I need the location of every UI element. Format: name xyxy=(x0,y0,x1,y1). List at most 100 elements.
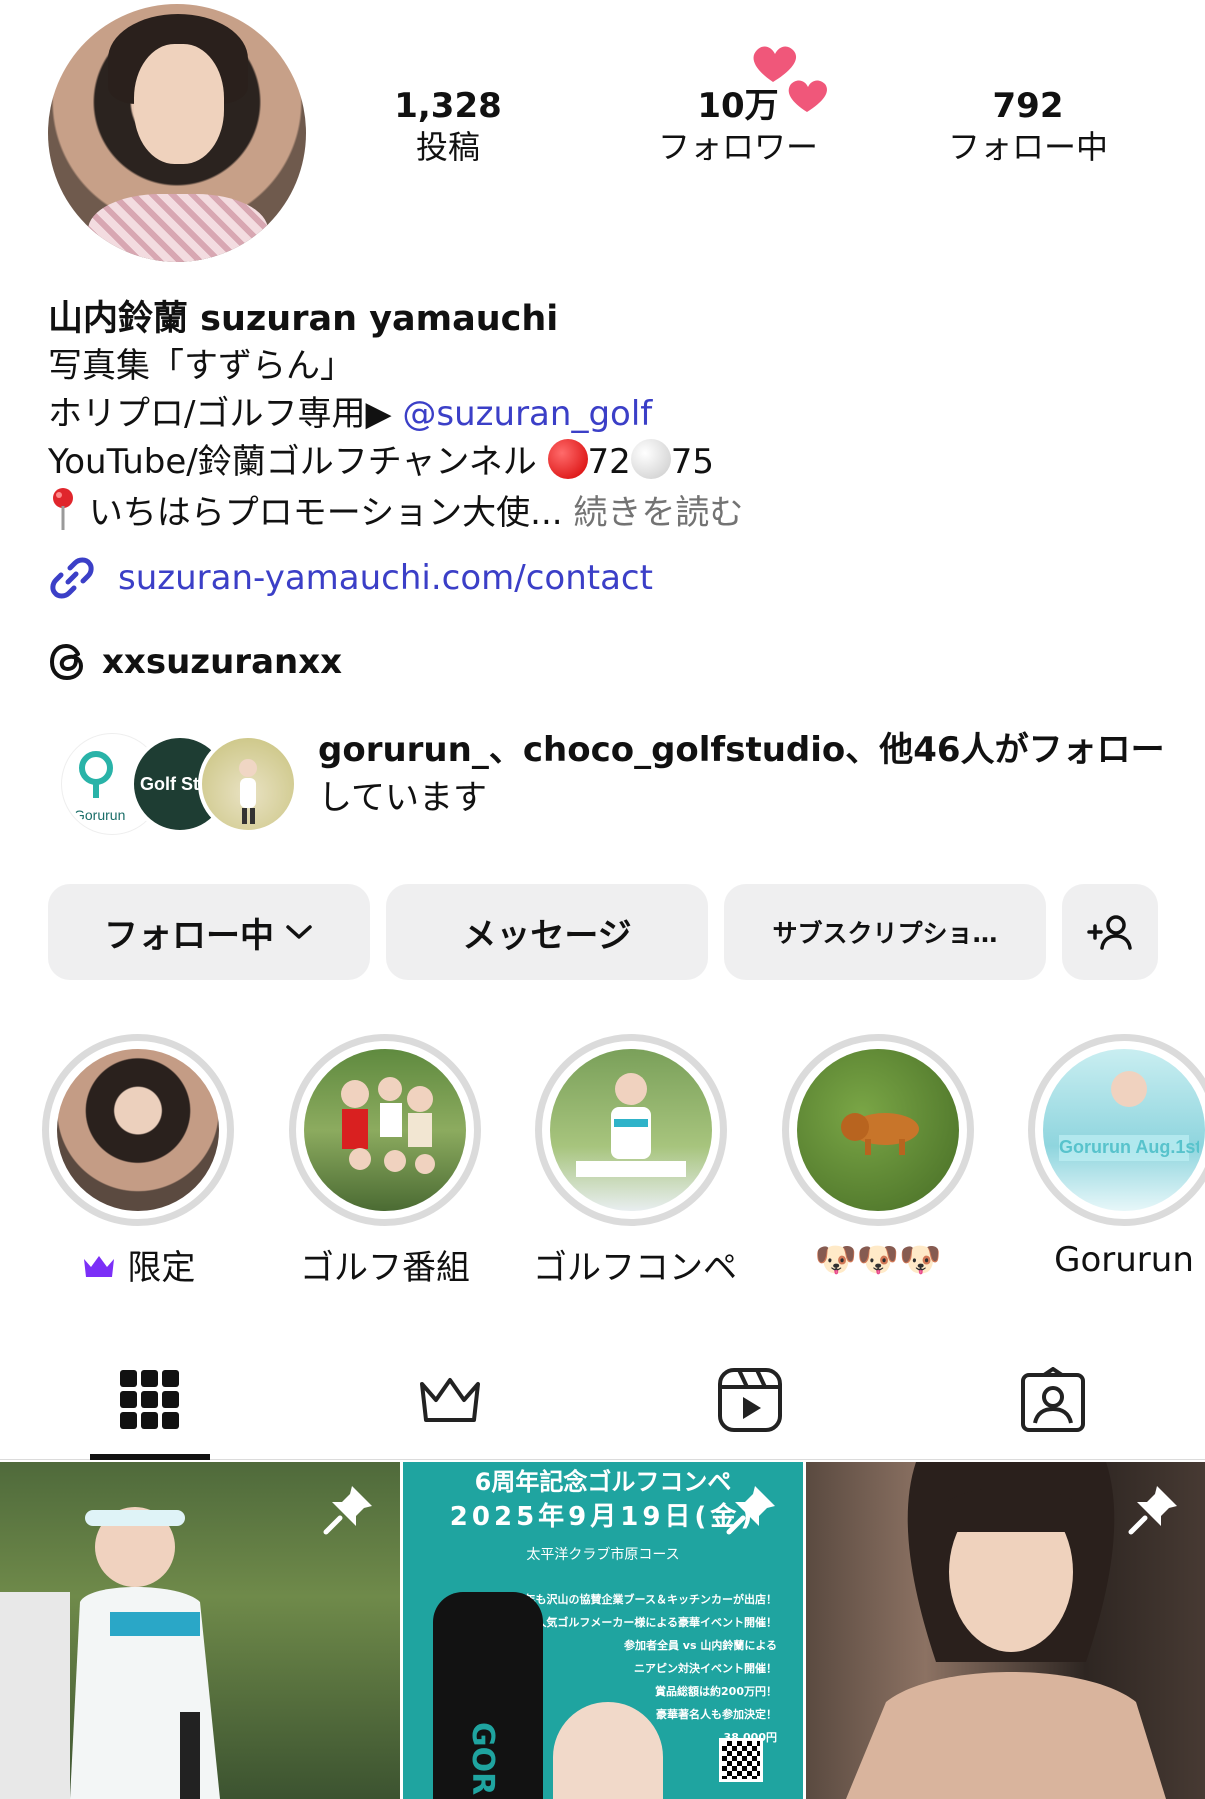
highlight-golf-compe[interactable]: ゴルフコンペ xyxy=(533,1034,737,1289)
white-circle-icon xyxy=(630,439,671,479)
chevron-down-icon xyxy=(286,925,312,939)
highlight-ring xyxy=(42,1034,234,1226)
read-more-link[interactable]: 続きを読む xyxy=(573,493,743,533)
bio-line-2-text: ホリプロ/ゴルフ専用▶ xyxy=(48,394,392,434)
pinned-icon xyxy=(323,1486,372,1535)
bio-line-3-text: YouTube/鈴蘭ゴルフチャンネル xyxy=(48,442,537,482)
tagged-person-icon xyxy=(1021,1367,1085,1432)
stat-posts-label: 投稿 xyxy=(415,128,480,166)
post-venue: 太平洋クラブ市原コース xyxy=(526,1547,680,1563)
highlight-label-text: ゴルフコンペ xyxy=(533,1248,737,1288)
highlight-limited[interactable]: 限定 xyxy=(40,1034,236,1289)
post-tile[interactable]: 6周年記念ゴルフコンペ 2025年9月19日(金) 太平洋クラブ市原コース 今年… xyxy=(403,1462,803,1799)
qr-code-icon xyxy=(719,1738,763,1782)
highlight-label-text: 限定 xyxy=(127,1248,196,1288)
stat-following-value: 792 xyxy=(992,86,1064,126)
stat-posts[interactable]: 1,328 投稿 xyxy=(338,86,558,168)
highlight-cover xyxy=(57,1049,219,1211)
highlight-cover xyxy=(797,1049,959,1211)
dog-photo xyxy=(841,1113,919,1155)
active-tab-indicator xyxy=(90,1454,210,1460)
bio-line-4-text: いちはらプロモーション大使... xyxy=(88,493,563,533)
svg-text:Gorurun: Gorurun xyxy=(74,807,125,823)
promo-line: 今年も沢山の協賛企業ブース＆キッチンカーが出店！ xyxy=(513,1593,777,1606)
highlight-ring xyxy=(782,1034,974,1226)
mention-link[interactable]: @suzuran_golf xyxy=(402,394,652,434)
highlight-cover xyxy=(304,1049,466,1211)
hearts-icon xyxy=(753,46,827,112)
followed-by-row[interactable]: Gorurun Golf Studio gorurun_、choco_golfs… xyxy=(62,726,1182,836)
red-circle-icon xyxy=(547,439,588,479)
followed-by-text: gorurun_、choco_golfstudio、他46人がフォロー していま… xyxy=(318,726,1205,822)
promo-line: 賞品総額は約200万円！ xyxy=(655,1685,777,1698)
golfer-photo xyxy=(576,1073,686,1177)
followed-by-suffix: しています xyxy=(318,778,487,818)
subscription-button[interactable]: サブスクリプショ… xyxy=(724,884,1046,980)
message-button[interactable]: メッセージ xyxy=(386,884,708,980)
crown-outline-icon xyxy=(420,1378,480,1422)
bio-line-2: ホリプロ/ゴルフ専用▶ @suzuran_golf xyxy=(48,390,1168,438)
post-tile[interactable] xyxy=(0,1462,400,1799)
bio-line-1: 写真集「すずらん」 xyxy=(48,346,354,386)
score-75: 75 xyxy=(670,442,715,482)
tab-tagged[interactable] xyxy=(993,1360,1113,1440)
tab-posts-grid[interactable] xyxy=(90,1360,210,1440)
stat-posts-value: 1,328 xyxy=(394,86,502,126)
bio-line-3: YouTube/鈴蘭ゴルフチャンネル 72 75 xyxy=(48,438,1168,486)
posts-grid: 6周年記念ゴルフコンペ 2025年9月19日(金) 太平洋クラブ市原コース 今年… xyxy=(0,1462,1205,1799)
tab-exclusive[interactable] xyxy=(390,1360,510,1440)
score-72: 72 xyxy=(587,442,631,482)
following-button[interactable]: フォロー中 xyxy=(48,884,370,980)
promo-line: ニアピン対決イベント開催！ xyxy=(634,1662,777,1675)
add-user-button[interactable] xyxy=(1062,884,1158,980)
highlight-cover xyxy=(550,1049,712,1211)
add-user-icon xyxy=(1087,915,1132,950)
highlight-label-text: Gorurun xyxy=(1054,1240,1194,1280)
pinned-icon xyxy=(726,1486,775,1535)
crown-icon xyxy=(83,1256,114,1277)
promo-line: 人気ゴルフメーカー様による豪華イベント開催！ xyxy=(535,1616,777,1629)
map-pin-icon xyxy=(53,488,73,530)
profile-bio: 山内鈴蘭 suzuran yamauchi 写真集「すずらん」 ホリプロ/ゴルフ… xyxy=(48,296,1168,537)
gorurun-cover: Gorurun Aug.1st 2019 xyxy=(1059,1071,1205,1161)
message-button-label: メッセージ xyxy=(462,915,632,956)
reels-icon xyxy=(718,1368,782,1432)
bio-line-4: いちはらプロモーション大使... 続きを読む xyxy=(48,486,1168,537)
highlight-gorurun[interactable]: Gorurun Aug.1st 2019 Gorurun xyxy=(1026,1034,1205,1280)
threads-row[interactable]: xxsuzuranxx xyxy=(48,636,342,688)
highlight-label-text: ゴルフ番組 xyxy=(300,1248,470,1288)
highlight-ring xyxy=(535,1034,727,1226)
post-tile[interactable] xyxy=(806,1462,1205,1799)
tab-reels[interactable] xyxy=(690,1360,810,1440)
followed-by-names: gorurun_、choco_golfstudio、他46人がフォロー xyxy=(318,730,1165,770)
highlight-cover: Gorurun Aug.1st 2019 xyxy=(1043,1049,1205,1211)
highlight-label-text: 🐶🐶🐶 xyxy=(814,1240,942,1280)
golfer-photo xyxy=(239,759,257,824)
golf-bag-text: GOR xyxy=(465,1722,500,1796)
pinned-icon xyxy=(1128,1486,1177,1535)
threads-handle[interactable]: xxsuzuranxx xyxy=(102,642,342,682)
website-link[interactable]: suzuran-yamauchi.com/contact xyxy=(118,558,653,598)
stat-followers-label: フォロワー xyxy=(657,128,818,166)
highlight-ring xyxy=(289,1034,481,1226)
svg-text:Gorurun Aug.1st 2019: Gorurun Aug.1st 2019 xyxy=(1059,1137,1199,1157)
profile-tabs xyxy=(0,1346,1205,1460)
stat-following[interactable]: 792 フォロー中 xyxy=(918,86,1138,168)
promo-line: 参加者全員 vs 山内鈴蘭による xyxy=(623,1639,777,1652)
avatar-dress xyxy=(88,194,268,262)
link-icon xyxy=(50,557,94,599)
highlight-dogs[interactable]: 🐶🐶🐶 xyxy=(780,1034,976,1280)
profile-avatar[interactable] xyxy=(48,4,306,262)
subscription-button-label: サブスクリプショ… xyxy=(772,919,998,948)
highlight-ring: Gorurun Aug.1st 2019 xyxy=(1028,1034,1205,1226)
website-row[interactable]: suzuran-yamauchi.com/contact xyxy=(48,548,653,608)
grid-icon xyxy=(120,1370,179,1429)
group-photo xyxy=(341,1077,435,1174)
profile-name: 山内鈴蘭 suzuran yamauchi xyxy=(48,299,559,339)
follower-avatar-golfer xyxy=(198,734,298,834)
avatar-face xyxy=(134,44,224,164)
stat-following-label: フォロー中 xyxy=(947,128,1108,166)
highlight-golf-program[interactable]: ゴルフ番組 xyxy=(287,1034,483,1289)
threads-icon xyxy=(49,643,84,681)
following-button-label: フォロー中 xyxy=(104,915,274,956)
